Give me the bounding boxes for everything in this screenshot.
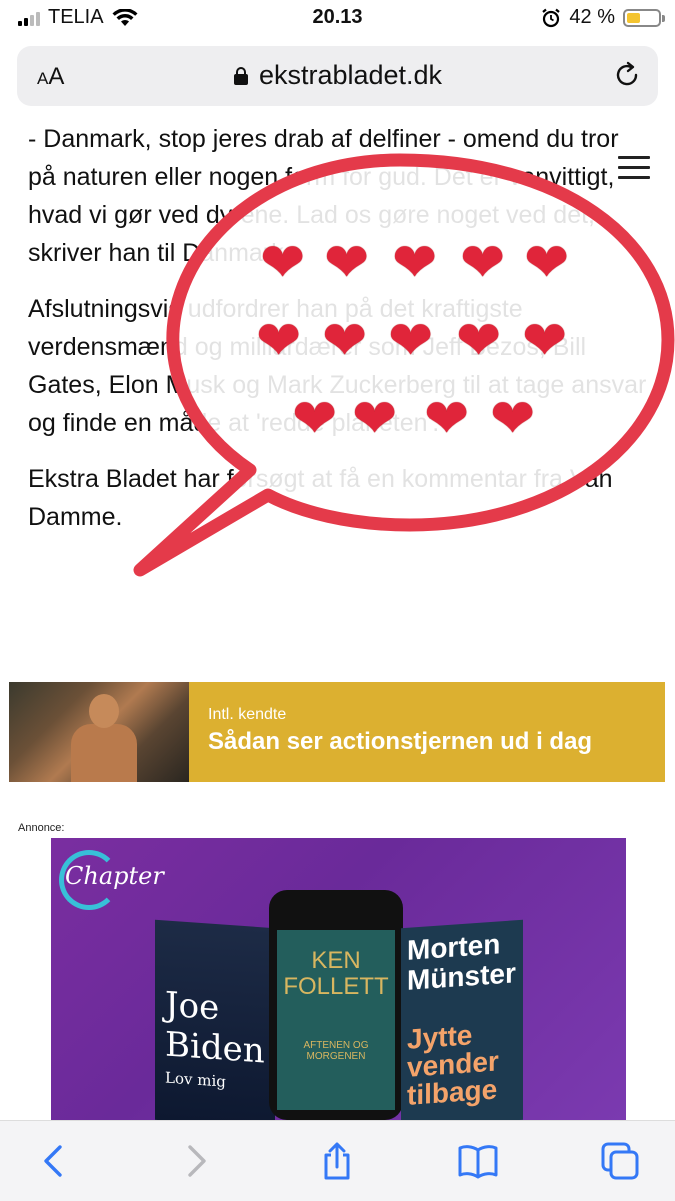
promo-image[interactable] xyxy=(9,682,189,782)
phone-image: KEN FOLLETT AFTENEN OG MORGENEN xyxy=(269,890,403,1120)
book-title: Joe Biden xyxy=(165,984,265,1072)
ad-brand: Chapter xyxy=(65,862,164,890)
browser-toolbar xyxy=(0,1120,675,1201)
heart-icon: ❤ xyxy=(256,311,302,371)
heart-icon: ❤ xyxy=(324,233,370,293)
hearts-group: ❤ ❤ ❤ ❤ ❤ ❤ ❤ ❤ ❤ ❤ ❤ ❤ ❤ ❤ xyxy=(0,0,675,620)
book-author: KEN FOLLETT xyxy=(283,947,389,1000)
heart-icon: ❤ xyxy=(524,233,570,293)
book-cover-biden: Joe Biden Lov mig xyxy=(155,919,275,1120)
heart-icon: ❤ xyxy=(388,311,434,371)
book-cover-munster: Morten Münster Jytte vender tilbage xyxy=(401,919,523,1120)
book-title: Jytte vender tilbage xyxy=(407,1019,499,1111)
heart-icon: ❤ xyxy=(292,389,338,449)
book-author: Morten Münster xyxy=(407,928,516,996)
advertisement[interactable]: Chapter Joe Biden Lov mig KEN FOLLETT AF… xyxy=(51,838,626,1120)
heart-icon: ❤ xyxy=(322,311,368,371)
promo-banner[interactable]: Intl. kendte Sådan ser actionstjernen ud… xyxy=(9,682,665,782)
heart-icon: ❤ xyxy=(490,389,536,449)
heart-icon: ❤ xyxy=(260,233,306,293)
heart-icon: ❤ xyxy=(352,389,398,449)
heart-icon: ❤ xyxy=(522,311,568,371)
heart-icon: ❤ xyxy=(460,233,506,293)
book-subtitle: Lov mig xyxy=(165,1068,226,1091)
heart-icon: ❤ xyxy=(392,233,438,293)
tabs-icon[interactable] xyxy=(600,1141,640,1181)
ad-label: Annonce: xyxy=(18,822,65,834)
heart-icon: ❤ xyxy=(456,311,502,371)
share-icon[interactable] xyxy=(317,1141,357,1181)
book-title: AFTENEN OG MORGENEN xyxy=(303,1040,369,1062)
promo-title[interactable]: Sådan ser actionstjernen ud i dag xyxy=(208,728,592,756)
heart-icon: ❤ xyxy=(424,389,470,449)
forward-icon[interactable] xyxy=(176,1141,216,1181)
bookmarks-icon[interactable] xyxy=(458,1141,498,1181)
back-icon[interactable] xyxy=(34,1141,74,1181)
promo-kicker: Intl. kendte xyxy=(208,706,287,723)
